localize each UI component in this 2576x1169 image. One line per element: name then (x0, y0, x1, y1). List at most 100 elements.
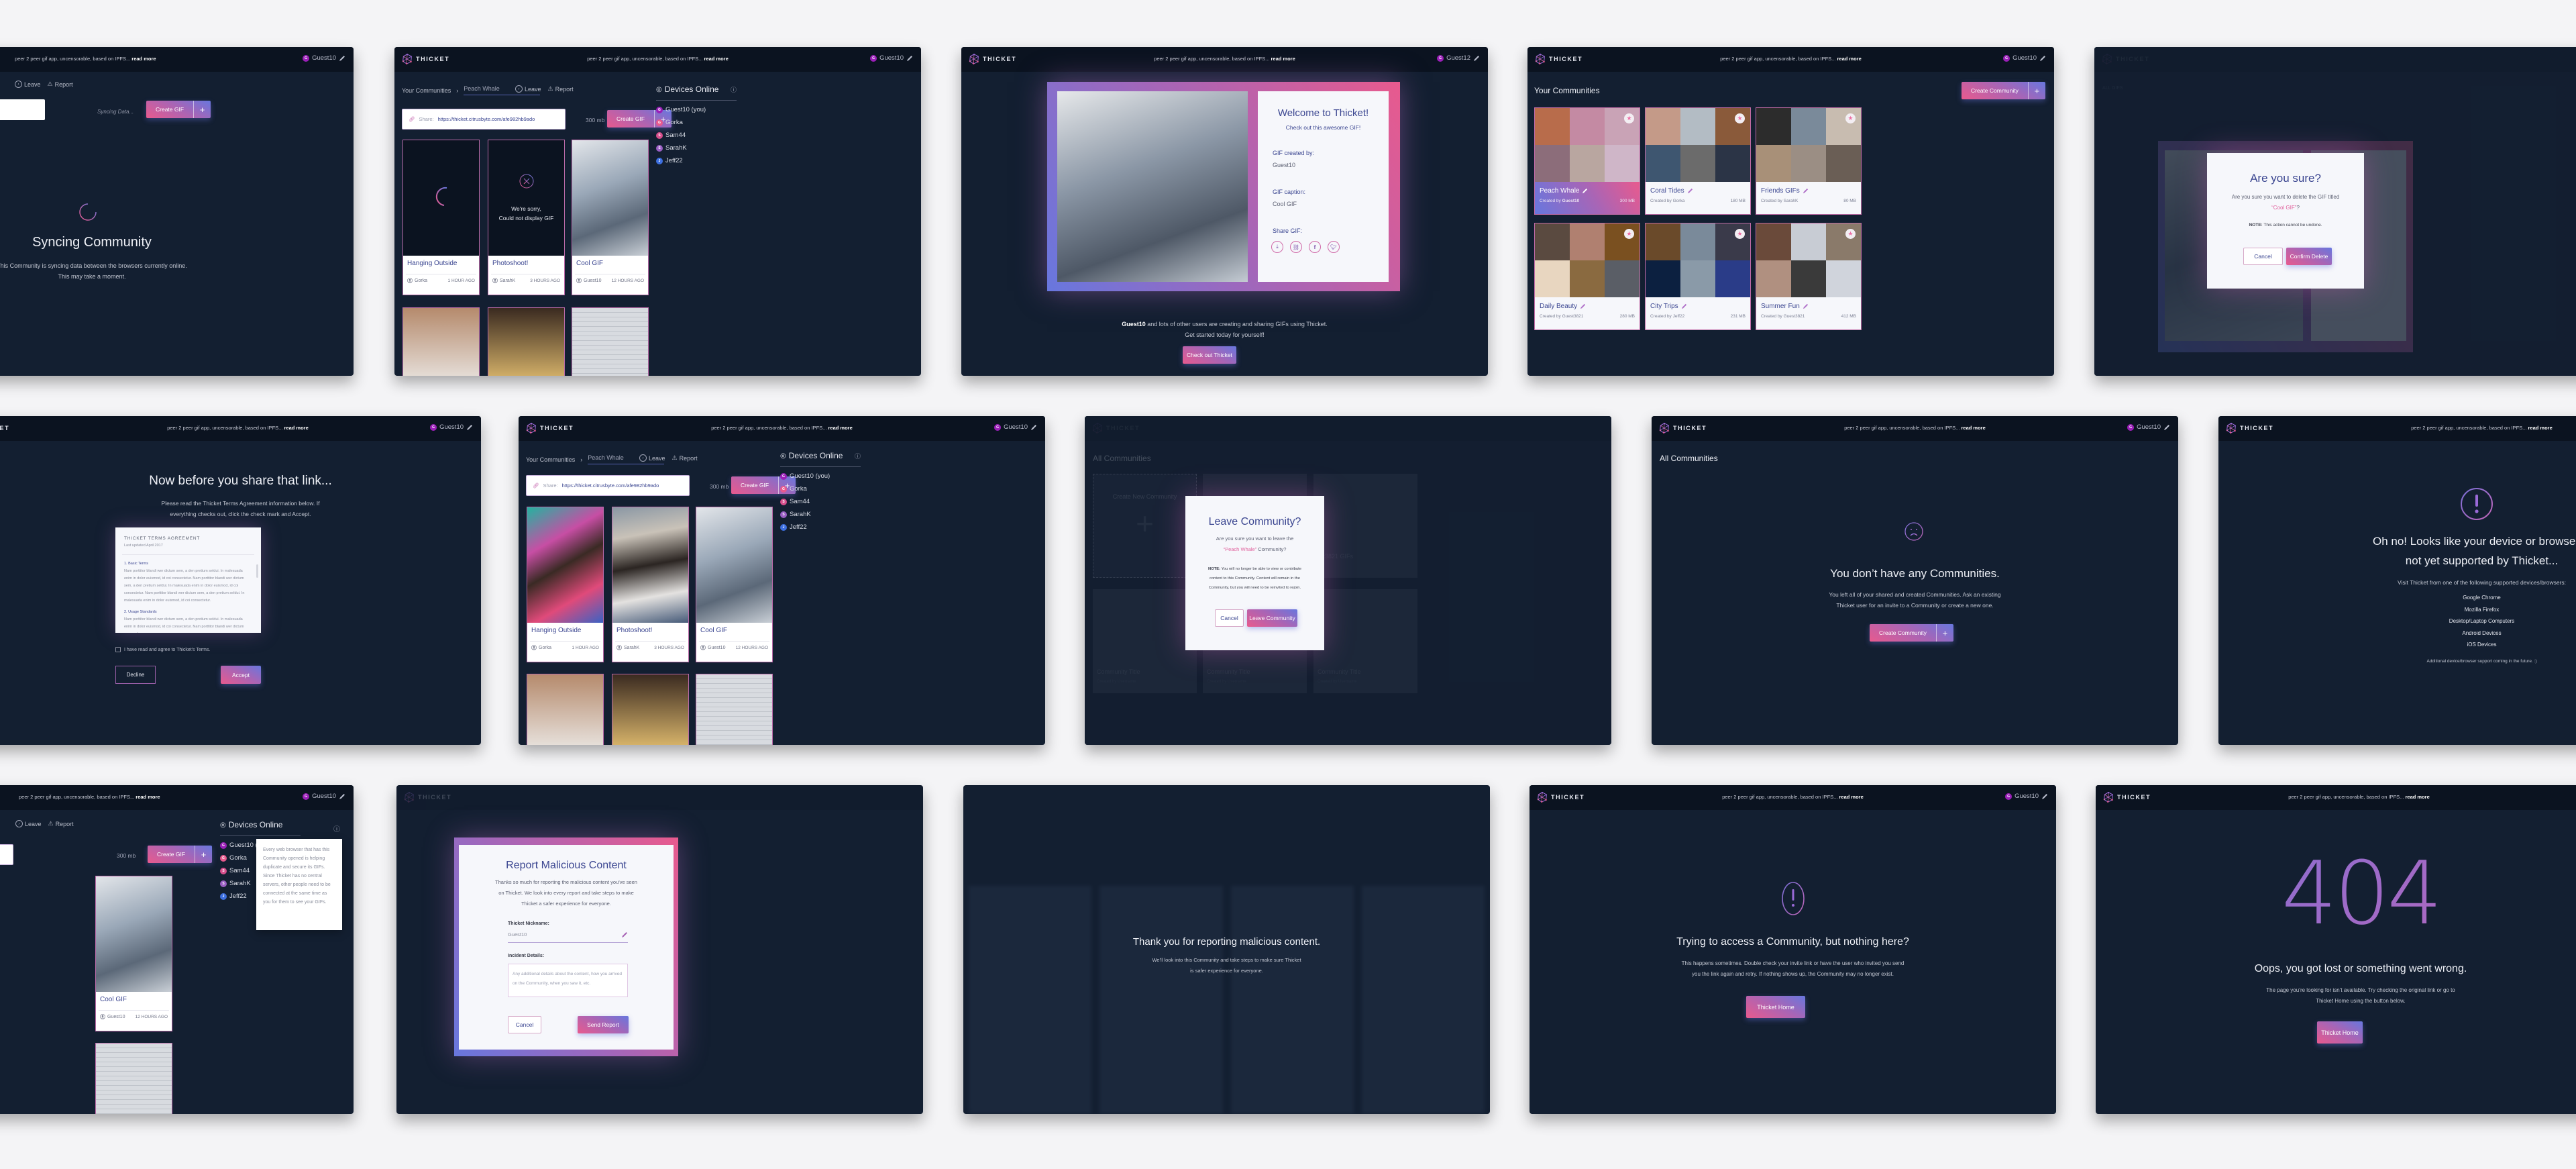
agree-checkbox[interactable] (115, 647, 121, 652)
community-card[interactable]: ★ Coral Tides Created by Gorka 180 MB (1645, 107, 1751, 215)
report-button[interactable]: ⚠ Report (548, 85, 574, 93)
user-menu[interactable]: G Guest12 (1437, 54, 1480, 62)
edit-icon[interactable] (1582, 188, 1588, 194)
accept-button[interactable]: Accept (221, 666, 261, 684)
gif-card[interactable]: Photoshoot! SarahK 3 HOURS AGO (612, 507, 689, 662)
gif-card[interactable] (95, 1043, 172, 1114)
gif-card[interactable] (572, 307, 649, 376)
help-icon[interactable]: ⓘ (333, 823, 340, 833)
gif-card[interactable] (696, 674, 773, 745)
community-card[interactable]: ★ City Trips Created by Jeff22 231 MB (1645, 223, 1751, 330)
create-gif-button[interactable]: Create GIF + (146, 101, 211, 118)
community-card[interactable]: ★ Summer Fun Created by Guest3821 412 MB (1756, 223, 1862, 330)
edit-name-icon[interactable] (2041, 793, 2048, 800)
thicket-home-button[interactable]: Thicket Home (2317, 1021, 2363, 1044)
gif-card[interactable]: Hanging Outside Gorka 1 HOUR AGO (402, 140, 480, 295)
gif-card[interactable] (402, 307, 480, 376)
user-menu[interactable]: G Guest10 (303, 793, 345, 800)
read-more-link[interactable]: read more (131, 56, 156, 62)
leave-button[interactable]: › Leave (639, 454, 665, 462)
community-card[interactable]: ★ Daily Beauty Created by Guest3821 280 MB (1534, 223, 1640, 330)
user-menu[interactable]: G Guest10 (2005, 793, 2048, 800)
edit-icon[interactable] (1803, 188, 1809, 194)
edit-name-icon[interactable] (339, 55, 345, 62)
user-menu[interactable]: G Guest10 (994, 423, 1037, 431)
download-icon[interactable]: ⤓ (1271, 241, 1283, 253)
read-more-link[interactable]: read more (136, 794, 160, 800)
share-link-field[interactable]: 🔗︎ Share: https://thicket.citrusbyte.com… (402, 109, 566, 130)
modal-overlay[interactable] (1085, 416, 1611, 745)
read-more-link[interactable]: read more (1271, 56, 1295, 62)
check-out-thicket-button[interactable]: Check out Thicket (1183, 346, 1236, 364)
twitter-icon[interactable]: 🐦︎ (1328, 241, 1340, 253)
edit-icon[interactable] (1803, 303, 1809, 309)
gif-card[interactable]: Hanging Outside Gorka 1 HOUR AGO (527, 507, 604, 662)
user-menu[interactable]: G Guest10 (2127, 423, 2170, 431)
read-more-link[interactable]: read more (828, 425, 853, 431)
favorite-icon[interactable]: ★ (1735, 229, 1745, 239)
read-more-link[interactable]: read more (1837, 56, 1862, 62)
scrollbar[interactable] (256, 564, 258, 578)
link-icon[interactable]: ⛓ (1290, 241, 1302, 253)
help-icon[interactable]: ⓘ (731, 85, 737, 94)
cancel-button[interactable]: Cancel (1215, 609, 1244, 627)
read-more-link[interactable]: read more (1962, 425, 1986, 431)
leave-button[interactable]: › Leave (15, 81, 41, 88)
incident-details-textarea[interactable]: Any additional details about the content… (508, 964, 628, 997)
send-report-button[interactable]: Send Report (578, 1016, 629, 1033)
help-icon[interactable]: ⓘ (855, 452, 861, 460)
favorite-icon[interactable]: ★ (1845, 229, 1856, 239)
report-button[interactable]: ⚠ Report (48, 81, 73, 88)
cancel-button[interactable]: Cancel (508, 1016, 541, 1033)
read-more-link[interactable]: read more (2406, 794, 2430, 800)
favorite-icon[interactable]: ★ (1624, 113, 1634, 123)
leave-button[interactable]: › Leave (15, 820, 42, 827)
gif-card[interactable] (488, 307, 565, 376)
read-more-link[interactable]: read more (2528, 425, 2553, 431)
read-more-link[interactable]: read more (1839, 794, 1864, 800)
gif-card[interactable]: Cool GIF Guest10 12 HOURS AGO (95, 876, 172, 1031)
edit-icon[interactable] (1687, 188, 1693, 194)
edit-name-icon[interactable] (906, 55, 913, 62)
cancel-button[interactable]: Cancel (2243, 248, 2283, 265)
user-menu[interactable]: G Guest10 (303, 54, 345, 62)
edit-name-icon[interactable] (1473, 55, 1480, 62)
share-url[interactable]: https://thicket.citrusbyte.com/afe982hb9… (438, 116, 535, 122)
read-more-link[interactable]: read more (284, 425, 309, 431)
user-menu[interactable]: G Guest10 (430, 423, 473, 431)
user-menu[interactable]: G Guest10 (2003, 54, 2046, 62)
nickname-field[interactable]: Guest10 (508, 931, 628, 943)
terms-document[interactable]: THICKET TERMS AGREEMENT Last updated Apr… (115, 527, 261, 633)
create-community-button[interactable]: Create Community + (1962, 82, 2045, 99)
report-button[interactable]: ⚠ Report (48, 820, 74, 827)
decline-button[interactable]: Decline (115, 666, 156, 684)
share-link-field[interactable]: 🔗︎ Share: https://thicket.citrusbyte.com/a… (526, 475, 690, 496)
agree-checkbox-row[interactable]: I have read and agree to Thicket's Terms… (115, 647, 210, 652)
breadcrumb-your-communities[interactable]: Your Communities (402, 87, 451, 94)
community-card[interactable]: ★ Friends GIFs Created by SarahK 80 MB (1756, 107, 1862, 215)
share-input[interactable] (0, 99, 45, 120)
gif-card[interactable] (612, 674, 689, 745)
create-gif-button[interactable]: Create GIF + (148, 846, 213, 863)
edit-icon[interactable] (1580, 303, 1586, 309)
community-card[interactable]: ★ Peach Whale Created by Guest10 300 MB (1534, 107, 1640, 215)
leave-community-button[interactable]: Leave Community (1247, 609, 1297, 627)
report-button[interactable]: ⚠ Report (672, 454, 698, 462)
share-link-field[interactable] (0, 844, 13, 865)
favorite-icon[interactable]: ★ (1624, 229, 1634, 239)
breadcrumb-your-communities[interactable]: Your Communities (526, 456, 575, 463)
edit-icon[interactable] (1681, 303, 1687, 309)
gif-card[interactable] (527, 674, 604, 745)
user-menu[interactable]: G Guest10 (870, 54, 913, 62)
edit-name-icon[interactable] (1030, 424, 1037, 431)
thicket-home-button[interactable]: Thicket Home (1746, 996, 1805, 1018)
gif-card[interactable]: Cool GIF Guest10 12 HOURS AGO (696, 507, 773, 662)
favorite-icon[interactable]: ★ (1845, 113, 1856, 123)
confirm-delete-button[interactable]: Confirm Delete (2286, 248, 2332, 265)
leave-button[interactable]: › Leave (515, 85, 541, 93)
edit-name-icon[interactable] (2039, 55, 2046, 62)
favorite-icon[interactable]: ★ (1735, 113, 1745, 123)
read-more-link[interactable]: read more (704, 56, 729, 62)
facebook-icon[interactable]: f (1309, 241, 1321, 253)
create-community-button[interactable]: Create Community + (1870, 624, 1953, 642)
